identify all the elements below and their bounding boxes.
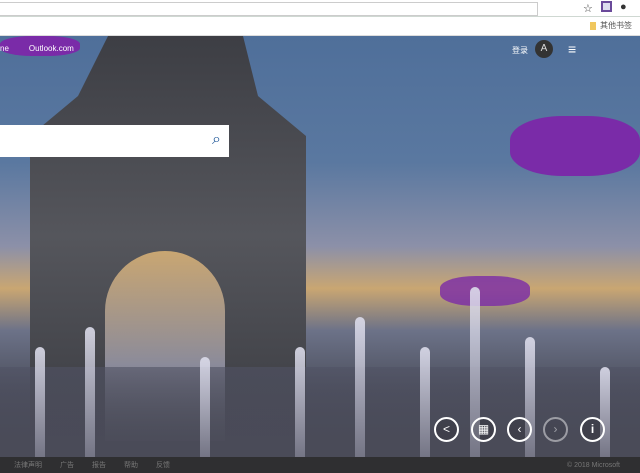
footer-link-feedback[interactable]: 反馈 <box>156 460 170 470</box>
copyright: © 2018 Microsoft <box>566 461 620 469</box>
footer-link-report[interactable]: 报告 <box>92 460 106 470</box>
bookmarks-folder[interactable]: 其他书签 <box>590 20 632 31</box>
menu-icon[interactable]: ≡ <box>568 41 576 57</box>
next-image-icon[interactable]: › <box>543 417 568 442</box>
bookmarks-folder-label: 其他书签 <box>600 21 632 30</box>
previous-image-icon[interactable]: ‹ <box>507 417 532 442</box>
extension-icon[interactable] <box>601 1 612 12</box>
browser-toolbar: ☆ ● <box>0 0 640 17</box>
signin-link[interactable]: 登录 <box>512 45 528 56</box>
footer-link-legal[interactable]: 法律声明 <box>14 460 42 470</box>
avatar-icon[interactable]: A <box>535 40 553 58</box>
search-box[interactable]: ⌕ <box>0 125 229 157</box>
footer-link-help[interactable]: 帮助 <box>124 460 138 470</box>
footer: 法律声明 广告 报告 帮助 反馈 © 2018 Microsoft <box>0 457 640 473</box>
qr-code-icon[interactable]: ▦ <box>471 417 496 442</box>
bookmarks-bar: 其他书签 <box>0 17 640 36</box>
background-image <box>0 36 640 457</box>
address-bar[interactable] <box>0 2 538 16</box>
nav-link-outlook[interactable]: Outlook.com <box>29 44 74 53</box>
share-icon[interactable]: < <box>434 417 459 442</box>
footer-link-ads[interactable]: 广告 <box>60 460 74 470</box>
search-icon[interactable]: ⌕ <box>212 131 221 149</box>
star-icon[interactable]: ☆ <box>583 2 593 15</box>
extension-icon-2[interactable]: ● <box>620 1 627 13</box>
nav-link[interactable]: ne <box>0 44 9 53</box>
top-nav: ne Outlook.com <box>0 44 74 53</box>
info-icon[interactable]: i <box>580 417 605 442</box>
folder-icon <box>590 21 596 30</box>
search-input[interactable] <box>0 125 190 157</box>
